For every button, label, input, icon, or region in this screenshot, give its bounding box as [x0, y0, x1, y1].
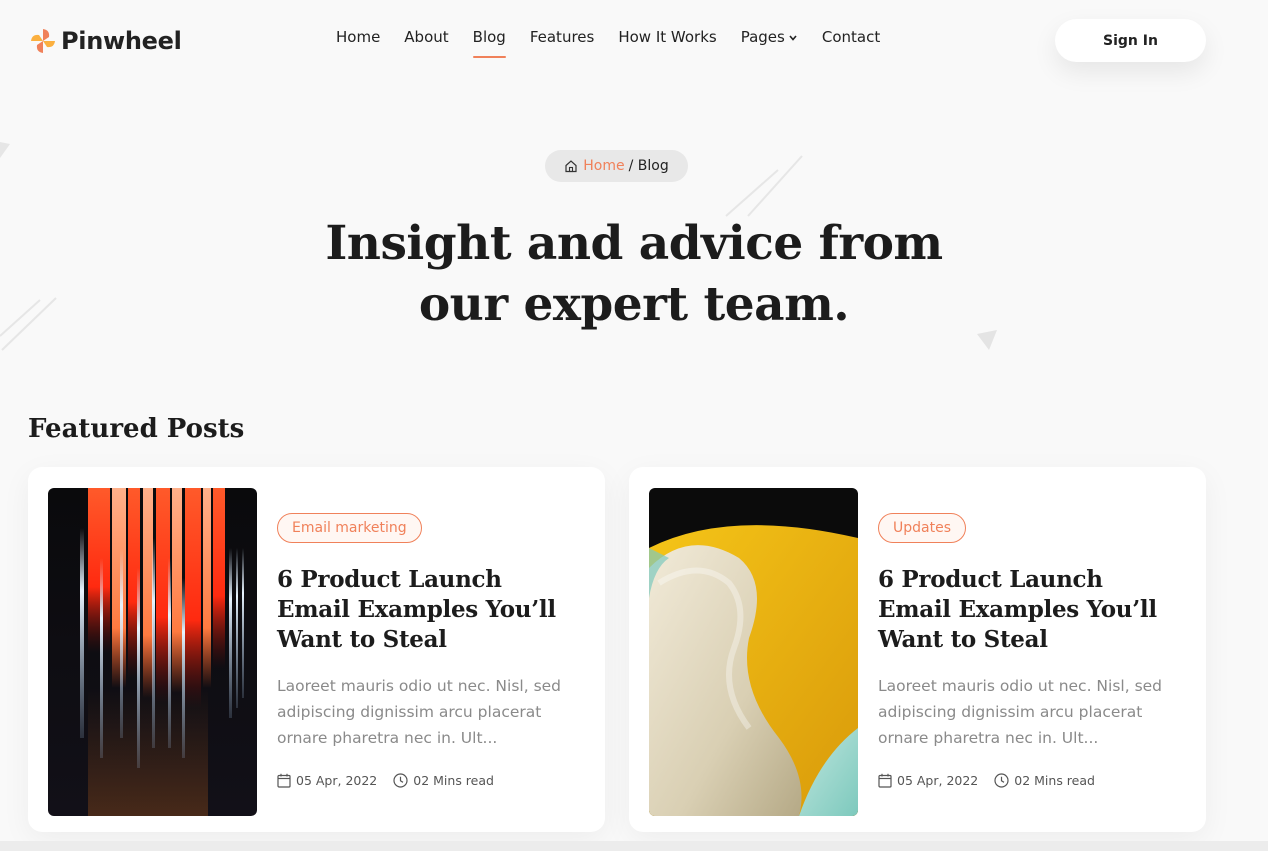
- featured-post-card[interactable]: Updates 6 Product Launch Email Examples …: [629, 467, 1206, 832]
- breadcrumb-home-label: Home: [583, 158, 625, 174]
- nav-pages-dropdown[interactable]: Pages: [741, 28, 798, 58]
- page-title-line-2: our expert team.: [418, 277, 850, 332]
- post-image-light-streaks[interactable]: [48, 488, 257, 816]
- decorative-lines-top: [725, 155, 803, 217]
- nav-contact[interactable]: Contact: [822, 28, 880, 58]
- post-date: 05 Apr, 2022: [277, 773, 377, 788]
- light-streaks-image: [48, 488, 257, 816]
- nav-about-label: About: [404, 28, 449, 46]
- decorative-triangle-left: [0, 142, 10, 158]
- breadcrumb: Home / Blog: [545, 150, 688, 182]
- site-header: Pinwheel Home About Blog Features How It…: [0, 0, 1268, 82]
- post-image-3d-shapes[interactable]: [649, 488, 858, 816]
- post-date: 05 Apr, 2022: [878, 773, 978, 788]
- breadcrumb-current: / Blog: [628, 158, 669, 174]
- sign-in-button[interactable]: Sign In: [1055, 19, 1206, 62]
- post-title[interactable]: 6 Product Launch Email Examples You’ll W…: [878, 565, 1183, 655]
- page-title-line-1: Insight and advice from: [325, 216, 943, 271]
- nav-features-label: Features: [529, 28, 595, 46]
- nav-blog[interactable]: Blog: [472, 28, 507, 58]
- pinwheel-logo-icon: [31, 29, 55, 53]
- nav-home[interactable]: Home: [336, 28, 380, 58]
- post-read-time: 02 Mins read: [393, 773, 494, 788]
- post-body: Email marketing 6 Product Launch Email E…: [277, 513, 582, 788]
- post-excerpt: Laoreet mauris odio ut nec. Nisl, sed ad…: [878, 677, 1163, 747]
- clock-icon: [393, 773, 408, 788]
- post-date-text: 05 Apr, 2022: [296, 773, 378, 788]
- nav-contact-label: Contact: [821, 28, 881, 46]
- nav-blog-label: Blog: [472, 28, 506, 46]
- post-excerpt: Laoreet mauris odio ut nec. Nisl, sed ad…: [277, 677, 562, 747]
- clock-icon: [994, 773, 1009, 788]
- decorative-lines-left: [0, 297, 57, 351]
- post-read-time: 02 Mins read: [994, 773, 1095, 788]
- brand-name: Pinwheel: [61, 27, 182, 55]
- post-meta: 05 Apr, 2022 02 Mins read: [277, 773, 582, 788]
- nav-about[interactable]: About: [404, 28, 448, 58]
- featured-post-card[interactable]: Email marketing 6 Product Launch Email E…: [28, 467, 605, 832]
- brand-logo[interactable]: Pinwheel: [28, 26, 182, 56]
- featured-posts-heading: Featured Posts: [28, 414, 245, 444]
- post-title[interactable]: 6 Product Launch Email Examples You’ll W…: [277, 565, 582, 655]
- nav-how-it-works[interactable]: How It Works: [618, 28, 716, 58]
- nav-home-label: Home: [336, 28, 381, 46]
- main-nav: Home About Blog Features How It Works Pa…: [336, 28, 904, 58]
- post-read-time-text: 02 Mins read: [413, 773, 494, 788]
- page-title: Insight and advice from our expert team.: [234, 213, 1034, 335]
- chevron-down-icon: [789, 35, 797, 41]
- post-body: Updates 6 Product Launch Email Examples …: [878, 513, 1183, 788]
- abstract-shapes-image: [649, 488, 858, 816]
- breadcrumb-home-link[interactable]: Home: [564, 158, 625, 174]
- home-icon: [565, 160, 577, 173]
- nav-pages-label: Pages: [740, 28, 785, 46]
- post-category-tag[interactable]: Updates: [878, 513, 966, 543]
- calendar-icon: [277, 773, 291, 788]
- post-category-tag[interactable]: Email marketing: [277, 513, 422, 543]
- post-meta: 05 Apr, 2022 02 Mins read: [878, 773, 1183, 788]
- horizontal-scrollbar[interactable]: [0, 841, 1268, 851]
- post-date-text: 05 Apr, 2022: [897, 773, 979, 788]
- blog-page: Pinwheel Home About Blog Features How It…: [0, 0, 1268, 851]
- post-read-time-text: 02 Mins read: [1014, 773, 1095, 788]
- nav-how-it-works-label: How It Works: [618, 28, 717, 46]
- nav-features[interactable]: Features: [530, 28, 595, 58]
- calendar-icon: [878, 773, 892, 788]
